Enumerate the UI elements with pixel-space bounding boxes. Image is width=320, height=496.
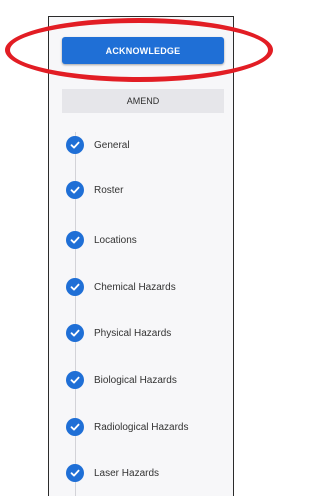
step-physical-hazards[interactable]: Physical Hazards xyxy=(66,323,171,343)
step-label: Locations xyxy=(94,234,137,246)
step-general[interactable]: General xyxy=(66,135,130,155)
acknowledge-button-label: ACKNOWLEDGE xyxy=(105,45,181,56)
amend-button-label: AMEND xyxy=(126,96,160,106)
step-label: Physical Hazards xyxy=(94,327,172,339)
step-label: General xyxy=(94,139,130,151)
step-laser-hazards[interactable]: Laser Hazards xyxy=(66,463,159,483)
check-circle-icon xyxy=(66,324,84,342)
check-circle-icon xyxy=(66,464,84,482)
step-chemical-hazards[interactable]: Chemical Hazards xyxy=(66,277,176,297)
page: ACKNOWLEDGE AMEND General Roster Locatio… xyxy=(0,0,280,496)
step-label: Radiological Hazards xyxy=(94,421,189,433)
step-radiological-hazards[interactable]: Radiological Hazards xyxy=(66,417,189,437)
step-label: Chemical Hazards xyxy=(94,281,176,293)
step-biological-hazards[interactable]: Biological Hazards xyxy=(66,370,177,390)
check-circle-icon xyxy=(66,278,84,296)
step-locations[interactable]: Locations xyxy=(66,230,137,250)
check-circle-icon xyxy=(66,181,84,199)
check-circle-icon xyxy=(66,371,84,389)
acknowledge-button[interactable]: ACKNOWLEDGE xyxy=(62,37,224,64)
amend-button[interactable]: AMEND xyxy=(62,89,224,113)
step-label: Laser Hazards xyxy=(94,467,160,479)
step-roster[interactable]: Roster xyxy=(66,180,123,200)
check-circle-icon xyxy=(66,231,84,249)
check-circle-icon xyxy=(66,418,84,436)
step-label: Biological Hazards xyxy=(94,374,177,386)
step-label: Roster xyxy=(94,184,124,196)
check-circle-icon xyxy=(66,136,84,154)
